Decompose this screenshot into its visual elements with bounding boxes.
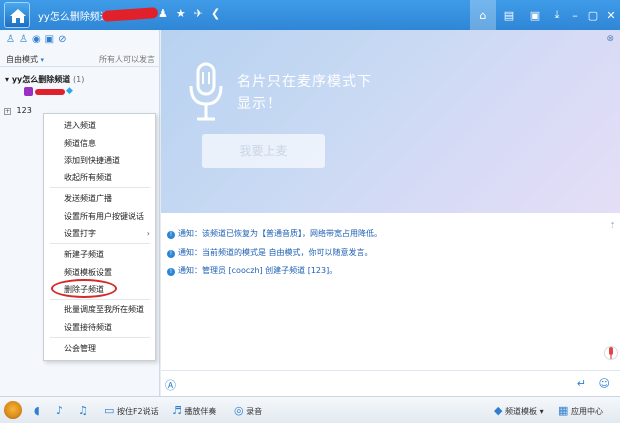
notice-text: 通知：管理员 [cooczh] 创建子频道 [123]。 [178,266,338,275]
menu-item-push-to-talk-all[interactable]: 设置所有用户按键说话 [44,210,155,224]
menu-item-broadcast[interactable]: 发送频道广播 [44,192,155,206]
redaction-mark [101,7,159,22]
play-music-label: 播放伴奏 [184,407,217,416]
app-icon[interactable]: ▣ [45,34,54,45]
mode-label: 自由模式 [6,55,38,64]
equalizer-icon[interactable]: ♫ [78,404,88,417]
menu-item-guild-management[interactable]: 公会管理 [44,342,155,356]
notice-text: 通知：当前频道的模式是 自由模式，你可以随意发言。 [178,248,373,257]
context-menu: 进入频道 频道信息 添加到快捷通道 收起所有频道 发送频道广播 设置所有用户按键… [43,113,156,361]
app-center-label: 应用中心 [570,407,603,416]
mic-queue-stage: ⊗ [161,30,620,213]
app-grid-icon: ▦ [558,404,569,417]
minimize-to-tray-icon[interactable]: ⤓ [548,0,566,30]
root-channel[interactable]: ▾ yy怎么删除频道 (1) [5,74,84,85]
menu-item-new-subchannel[interactable]: 新建子频道 [44,248,155,262]
menu-separator [50,299,150,300]
sub-channel[interactable]: + 123 [4,106,32,115]
game-icon[interactable]: ▣ [522,0,548,30]
microphone-toggle-icon[interactable]: ♪ [56,404,63,417]
expand-icon[interactable]: + [4,108,11,115]
diamond-badge-icon: ◆ [66,86,73,96]
push-to-talk-button[interactable]: ▭ 按住F2说话 [104,404,159,417]
chevron-down-icon: ▾ [539,407,544,416]
channel-user-count: (1) [73,75,85,84]
divider [0,66,160,67]
message-input-bar[interactable]: Ⓐ ↵ ☺ [161,370,620,396]
menu-separator [50,187,150,188]
notice-text: 通知：该频道已恢复为【普通音质】，网络带宽占用降低。 [178,229,382,238]
search-icon[interactable]: ⊘ [58,34,66,45]
menu-item-reception-channel[interactable]: 设置接待频道 [44,321,155,335]
people-icon[interactable]: ♙ [6,34,15,45]
house-icon [10,9,26,23]
sub-channel-name: 123 [16,106,32,115]
app-center-button[interactable]: ▦ 应用中心 [558,404,603,417]
speak-permission: 所有人可以发言 [99,55,155,64]
push-to-talk-label: 按住F2说话 [116,407,159,416]
menu-item-batch-move[interactable]: 批量调度至我所在频道 [44,303,155,317]
menu-item-template-settings[interactable]: 频道模板设置 [44,266,155,280]
chat-area: ⇡ ! 通知：该频道已恢复为【普通音质】，网络带宽占用降低。 ! 通知：当前频道的模… [161,213,620,370]
user-add-icon[interactable]: ♙ [19,34,28,45]
system-notice: ! 通知：当前频道的模式是 自由模式，你可以随意发言。 [167,247,373,258]
menu-item-add-shortcut[interactable]: 添加到快捷通道 [44,154,155,168]
emoji-icon[interactable]: ☺ [599,377,610,390]
send-icon[interactable]: ↵ [577,377,586,390]
info-icon: ! [167,231,175,239]
user-role-icon [24,87,33,96]
menu-item-channel-info[interactable]: 频道信息 [44,137,155,151]
menu-item-collapse-all[interactable]: 收起所有频道 [44,171,155,185]
star-icon[interactable]: ★ [176,7,186,21]
keyboard-icon: ▭ [104,404,115,417]
music-icon: ♬ [172,404,182,417]
mic-status-icon[interactable] [604,343,618,363]
submenu-arrow-icon: › [146,229,150,238]
redaction-mark [35,89,65,95]
join-mic-button[interactable]: 我要上麦 [202,134,325,168]
record-button[interactable]: ◎ 录音 [234,404,262,417]
info-icon: ! [167,268,175,276]
template-icon: ◆ [494,404,503,417]
plane-icon[interactable]: ✈ [194,7,203,21]
user-avatar-icon[interactable] [4,401,22,419]
collapse-icon[interactable]: ⊗ [606,34,614,44]
home-icon[interactable]: ⌂ [470,0,496,30]
mode-dropdown[interactable]: 自由模式 ▾ [6,54,44,65]
menu-item-enter-channel[interactable]: 进入频道 [44,119,155,133]
share-icon[interactable]: ❮ [211,7,220,21]
close-icon[interactable]: ✕ [602,0,620,30]
system-notice: ! 通知：该频道已恢复为【普通音质】，网络带宽占用降低。 [167,228,382,239]
yy-home-logo[interactable] [4,2,30,28]
menu-item-typing-settings[interactable]: 设置打字 › [44,227,155,241]
scroll-up-icon[interactable]: ⇡ [609,221,616,230]
highlight-circle [51,279,117,298]
channel-list-icon[interactable]: ▤ [496,0,522,30]
menu-separator [50,243,150,244]
system-notice: ! 通知：管理员 [cooczh] 创建子频道 [123]。 [167,265,337,276]
chevron-down-icon: ▾ [40,56,45,64]
bottom-toolbar: ◖ ♪ ♫ ▭ 按住F2说话 ♬ 播放伴奏 ◎ 录音 ◆ 频道模板 ▾ ▦ 应用… [0,396,620,423]
minimize-icon[interactable]: – [566,0,584,30]
menu-item-label: 设置打字 [64,229,96,238]
location-icon[interactable]: ◉ [32,34,41,45]
channel-user[interactable]: ◆ [12,87,82,97]
menu-separator [50,337,150,338]
microphone-icon [189,62,223,121]
root-channel-name: yy怎么删除频道 [11,75,71,84]
info-icon: ! [167,250,175,258]
record-icon: ◎ [234,404,244,417]
font-settings-icon[interactable]: Ⓐ [165,377,176,393]
channel-title: yy怎么删除频道 [38,12,110,23]
channel-expander-icon[interactable]: ▾ [5,75,9,84]
business-card-hint: 名片只在麦序模式下显示！ [237,74,372,112]
record-label: 录音 [246,407,263,416]
channel-template-button[interactable]: ◆ 频道模板 ▾ [494,404,544,417]
restore-icon[interactable]: ▢ [584,0,602,30]
user-icon[interactable]: ♟ [158,7,168,21]
title-bar: yy怎么删除频道 ♟ ★ ✈ ❮ ⌂ ▤ ▣ ⤓ – ▢ ✕ [0,0,620,30]
channel-template-label: 频道模板 [505,407,538,416]
play-music-button[interactable]: ♬ 播放伴奏 [172,404,216,417]
speaker-icon[interactable]: ◖ [34,404,40,417]
